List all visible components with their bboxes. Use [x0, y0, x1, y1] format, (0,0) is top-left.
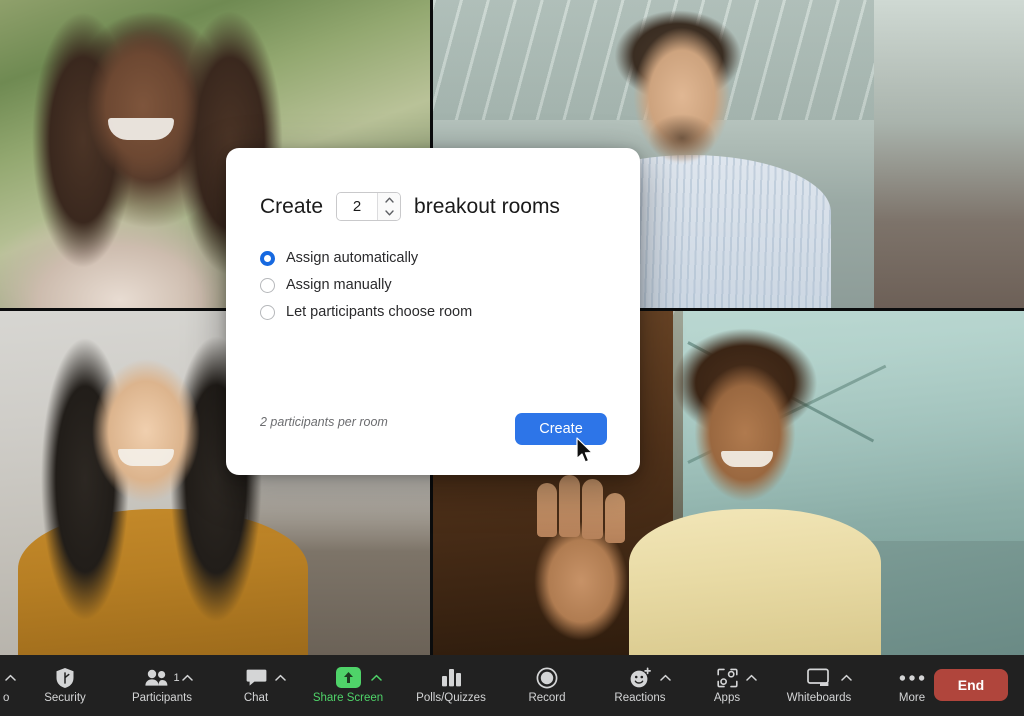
chevron-up-icon[interactable] [840, 671, 853, 684]
stepper-increment-button[interactable] [378, 193, 400, 207]
ellipsis-icon [899, 667, 925, 689]
toolbar-item-participants[interactable]: 1 Participants [110, 655, 214, 716]
toolbar-label-participants: Participants [131, 691, 193, 704]
radio-let-participants-choose[interactable]: Let participants choose room [260, 305, 472, 320]
toolbar-label-more: More [898, 691, 926, 704]
dialog-headline: Create breakout rooms [260, 192, 560, 221]
hand-finger [537, 483, 557, 537]
stepper-decrement-button[interactable] [378, 207, 400, 221]
participants-per-room-note: 2 participants per room [260, 415, 388, 429]
toolbar-label-share-screen: Share Screen [312, 691, 384, 704]
chevron-up-icon[interactable] [274, 671, 287, 684]
shield-icon [55, 667, 75, 689]
participant-face [78, 18, 208, 193]
create-label-lead: Create [260, 195, 324, 218]
participant-beard [641, 110, 723, 168]
chevron-up-icon[interactable] [659, 671, 672, 684]
toolbar-label-partial: o [3, 692, 10, 704]
chevron-up-icon[interactable] [370, 671, 383, 684]
chat-bubble-icon [246, 667, 286, 689]
participant-smile [108, 118, 174, 140]
whiteboard-icon [807, 667, 852, 689]
participant-smile [118, 449, 174, 466]
rooms-count-input[interactable] [337, 193, 378, 220]
radio-mark-icon [260, 278, 275, 293]
share-screen-green-box [335, 667, 361, 689]
bar-chart-icon [441, 667, 462, 689]
toolbar-label-security: Security [44, 691, 86, 704]
hand-finger [582, 479, 603, 539]
zoom-meeting-window: Create breakout rooms [0, 0, 1024, 716]
toolbar-item-record[interactable]: Record [504, 655, 590, 716]
toolbar-label-whiteboards: Whiteboards [786, 691, 852, 704]
apps-bracket-icon [716, 667, 757, 689]
toolbar-item-video-partial[interactable]: o [0, 655, 20, 716]
toolbar-label-reactions: Reactions [614, 691, 666, 704]
hand-finger [559, 475, 580, 537]
radio-mark-icon [260, 305, 275, 320]
hand-finger [605, 493, 625, 543]
office-wall [874, 0, 1024, 308]
toolbar-item-share-screen[interactable]: Share Screen [298, 655, 398, 716]
toolbar-item-whiteboards[interactable]: Whiteboards [764, 655, 874, 716]
chevron-up-icon [4, 667, 16, 689]
radio-assign-manually[interactable]: Assign manually [260, 278, 472, 293]
people-icon: 1 [144, 667, 193, 689]
rooms-count-stepper[interactable] [336, 192, 402, 221]
toolbar-item-polls-quizzes[interactable]: Polls/Quizzes [398, 655, 504, 716]
toolbar-item-security[interactable]: Security [20, 655, 110, 716]
participant-face [689, 359, 801, 509]
chevron-up-icon[interactable] [181, 671, 194, 684]
participant-polo-shirt [629, 509, 881, 655]
record-circle-icon [536, 667, 558, 689]
toolbar-item-apps[interactable]: Apps [690, 655, 764, 716]
radio-mark-icon [260, 251, 275, 266]
chevron-up-icon [384, 197, 394, 203]
participant-smile [721, 451, 773, 467]
toolbar-label-polls-quizzes: Polls/Quizzes [416, 691, 486, 704]
participant-face [86, 351, 208, 511]
share-screen-icon [335, 667, 382, 689]
breakout-rooms-label: breakout rooms [414, 195, 560, 218]
smiley-plus-icon [629, 667, 671, 689]
assignment-options-group: Assign automatically Assign manually Let… [260, 251, 472, 320]
participants-count-badge: 1 [173, 671, 180, 684]
radio-label: Assign automatically [286, 250, 419, 267]
chevron-up-icon[interactable] [745, 671, 758, 684]
toolbar-label-apps: Apps [713, 691, 741, 704]
radio-label: Assign manually [286, 277, 392, 294]
toolbar-item-reactions[interactable]: Reactions [590, 655, 690, 716]
toolbar-label-record: Record [528, 691, 566, 704]
radio-label: Let participants choose room [286, 304, 473, 321]
stepper-buttons [377, 193, 401, 221]
toolbar-item-chat[interactable]: Chat [214, 655, 298, 716]
meeting-toolbar: o Security 1 Participants Chat Share Scr… [0, 655, 1024, 716]
end-meeting-button[interactable]: End [934, 669, 1008, 701]
create-button[interactable]: Create [515, 413, 607, 445]
chevron-down-icon [384, 210, 394, 216]
toolbar-label-chat: Chat [243, 691, 269, 704]
radio-assign-automatically[interactable]: Assign automatically [260, 251, 472, 266]
breakout-rooms-dialog: Create breakout rooms [226, 148, 640, 475]
